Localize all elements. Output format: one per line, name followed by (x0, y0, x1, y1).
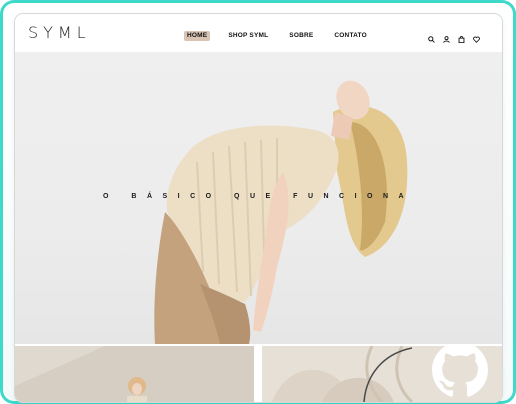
user-icon[interactable] (443, 30, 450, 43)
website: SYML HOME SHOP SYML SOBRE CONTATO O BÁSI… (15, 14, 502, 402)
category-tile-right[interactable] (262, 346, 502, 402)
main-menu: HOME SHOP SYML SOBRE CONTATO (184, 31, 370, 41)
heart-icon[interactable] (473, 30, 480, 43)
github-icon[interactable] (432, 346, 488, 402)
hero-tagline: O BÁSICO QUE FUNCIONA (103, 193, 415, 200)
nav-shop-syml[interactable]: SHOP SYML (225, 31, 271, 41)
tile-left-image (15, 346, 254, 402)
nav-sobre[interactable]: SOBRE (286, 31, 316, 41)
screenshot-frame: SYML HOME SHOP SYML SOBRE CONTATO O BÁSI… (0, 0, 516, 404)
nav-home[interactable]: HOME (184, 31, 211, 41)
search-icon[interactable] (428, 30, 435, 43)
category-tile-left[interactable] (15, 346, 254, 402)
category-row (15, 346, 502, 402)
header-icons (428, 30, 480, 44)
nav-contato[interactable]: CONTATO (331, 31, 369, 41)
brand-logo[interactable]: SYML (28, 23, 91, 42)
hero-banner[interactable]: O BÁSICO QUE FUNCIONA (15, 52, 502, 344)
bag-icon[interactable] (458, 30, 465, 44)
top-nav: SYML HOME SHOP SYML SOBRE CONTATO (15, 14, 502, 52)
